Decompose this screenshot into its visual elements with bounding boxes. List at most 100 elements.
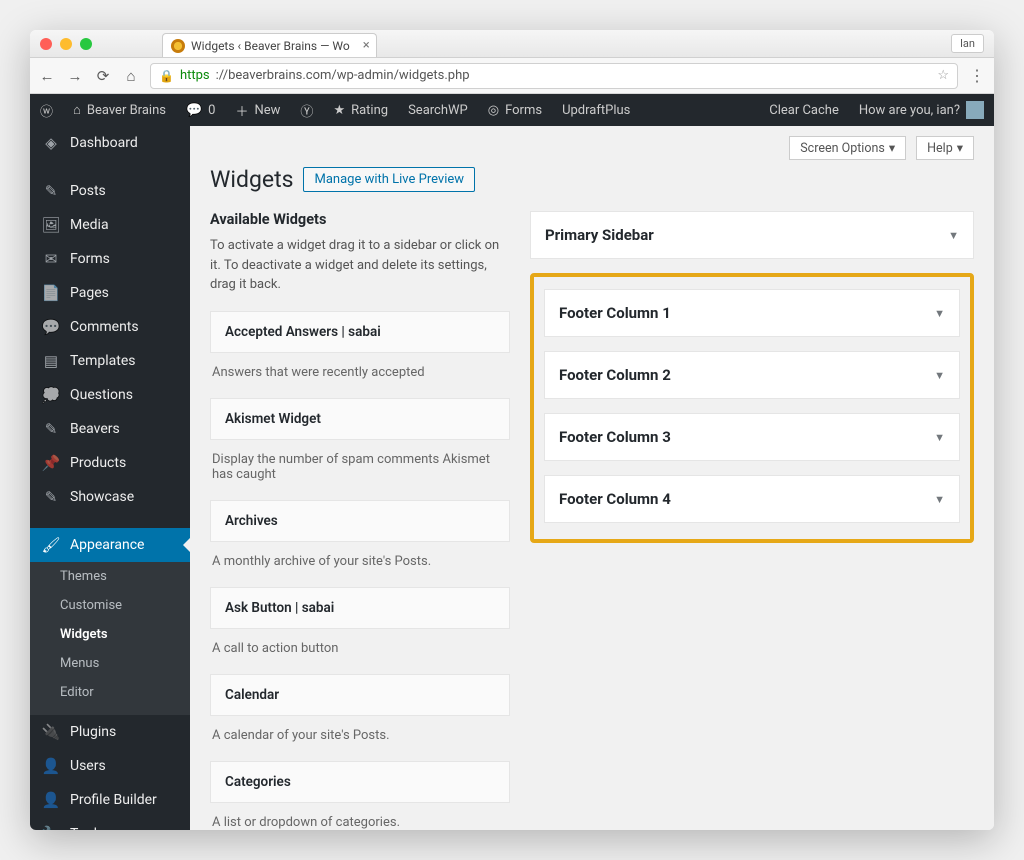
widget-area-primary[interactable]: Primary Sidebar ▼	[530, 211, 974, 259]
account-link[interactable]: How are you, ian?	[849, 94, 994, 126]
chevron-down-icon: ▼	[948, 229, 959, 242]
submenu-customise[interactable]: Customise	[30, 591, 190, 620]
wp-logo-button[interactable]: ⓦ	[30, 94, 63, 126]
chevron-down-icon: ▼	[934, 431, 945, 444]
sidebar-item-dashboard[interactable]: ◈Dashboard	[30, 126, 190, 160]
reload-button[interactable]: ⟳	[94, 67, 112, 85]
forms-link[interactable]: ◎Forms	[478, 94, 552, 126]
sidebar-item-label: Profile Builder	[70, 792, 157, 808]
home-button[interactable]: ⌂	[122, 67, 140, 85]
widget-item[interactable]: Ask Button | sabai	[210, 587, 510, 629]
close-tab-button[interactable]: ×	[363, 38, 370, 53]
widget-area-footer-3[interactable]: Footer Column 3 ▼	[544, 413, 960, 461]
ab-label: SearchWP	[408, 103, 468, 118]
sidebar-item-label: Comments	[70, 319, 139, 335]
sidebar-item-posts[interactable]: ✎Posts	[30, 174, 190, 208]
url-scheme: https	[180, 68, 210, 83]
widget-areas-column: Primary Sidebar ▼ Footer Column 1 ▼ Foot…	[530, 211, 974, 830]
widget-area-footer-1[interactable]: Footer Column 1 ▼	[544, 289, 960, 337]
wrench-icon: 🔧	[42, 825, 60, 830]
submenu-themes[interactable]: Themes	[30, 562, 190, 591]
plus-icon: ＋	[235, 101, 248, 120]
clear-cache-link[interactable]: Clear Cache	[759, 94, 849, 126]
question-icon: 💭	[42, 386, 60, 404]
ab-label: UpdraftPlus	[562, 103, 630, 118]
sidebar-item-pages[interactable]: 📄Pages	[30, 276, 190, 310]
area-title: Primary Sidebar	[545, 226, 654, 244]
new-content-link[interactable]: ＋New	[225, 94, 290, 126]
ab-label: Forms	[505, 103, 542, 118]
back-button[interactable]: ←	[38, 67, 56, 85]
sidebar-item-forms[interactable]: ✉Forms	[30, 242, 190, 276]
sidebar-item-label: Products	[70, 455, 126, 471]
comment-count: 0	[208, 103, 215, 118]
sidebar-item-label: Media	[70, 217, 109, 233]
browser-toolbar: ← → ⟳ ⌂ 🔒 https://beaverbrains.com/wp-ad…	[30, 58, 994, 94]
live-preview-button[interactable]: Manage with Live Preview	[303, 167, 475, 192]
screen-options-button[interactable]: Screen Options▾	[789, 136, 906, 160]
sidebar-item-beavers[interactable]: ✎Beavers	[30, 412, 190, 446]
widget-title: Archives	[210, 500, 510, 542]
rating-link[interactable]: ★Rating	[323, 94, 398, 126]
address-bar[interactable]: 🔒 https://beaverbrains.com/wp-admin/widg…	[150, 63, 958, 89]
widget-desc: A list or dropdown of categories.	[210, 803, 510, 831]
widget-title: Akismet Widget	[210, 398, 510, 440]
wp-admin-bar: ⓦ ⌂Beaver Brains 💬0 ＋New Ⓨ ★Rating Searc…	[30, 94, 994, 126]
widget-desc: Display the number of spam comments Akis…	[210, 440, 510, 500]
site-name-link[interactable]: ⌂Beaver Brains	[63, 94, 176, 126]
star-icon: ★	[333, 103, 345, 118]
widget-item[interactable]: Categories	[210, 761, 510, 803]
wordpress-icon: ⓦ	[40, 101, 53, 120]
sidebar-item-questions[interactable]: 💭Questions	[30, 378, 190, 412]
comments-link[interactable]: 💬0	[176, 94, 226, 126]
screen-meta-links: Screen Options▾ Help▾	[210, 136, 974, 160]
widget-desc: A call to action button	[210, 629, 510, 674]
bookmark-star-icon[interactable]: ☆	[937, 68, 949, 83]
forward-button[interactable]: →	[66, 67, 84, 85]
widget-item[interactable]: Calendar	[210, 674, 510, 716]
sidebar-item-tools[interactable]: 🔧 Tools	[30, 817, 190, 830]
browser-menu-button[interactable]: ⋮	[968, 66, 986, 85]
close-window-button[interactable]	[40, 38, 52, 50]
sidebar-item-label: Appearance	[70, 537, 144, 553]
chevron-down-icon: ▼	[934, 493, 945, 506]
help-button[interactable]: Help▾	[916, 136, 974, 160]
submenu-menus[interactable]: Menus	[30, 649, 190, 678]
widget-area-footer-2[interactable]: Footer Column 2 ▼	[544, 351, 960, 399]
maximize-window-button[interactable]	[80, 38, 92, 50]
available-widgets-desc: To activate a widget drag it to a sideba…	[210, 236, 510, 295]
widget-area-footer-4[interactable]: Footer Column 4 ▼	[544, 475, 960, 523]
yoast-link[interactable]: Ⓨ	[290, 94, 323, 126]
favicon-icon	[171, 39, 185, 53]
admin-sidebar: ◈Dashboard ✎Posts 🖼Media ✉Forms 📄Pages 💬…	[30, 126, 190, 830]
widget-item[interactable]: Akismet Widget	[210, 398, 510, 440]
chevron-down-icon: ▼	[934, 307, 945, 320]
yoast-icon: Ⓨ	[300, 101, 313, 120]
browser-tab[interactable]: Widgets ‹ Beaver Brains — Wo ×	[162, 33, 377, 57]
searchwp-link[interactable]: SearchWP	[398, 94, 478, 126]
widget-item[interactable]: Accepted Answers | sabai	[210, 311, 510, 353]
sidebar-item-comments[interactable]: 💬Comments	[30, 310, 190, 344]
page-title: Widgets	[210, 166, 293, 193]
updraft-link[interactable]: UpdraftPlus	[552, 94, 640, 126]
sidebar-item-label: Posts	[70, 183, 106, 199]
sidebar-item-templates[interactable]: ▤Templates	[30, 344, 190, 378]
sidebar-item-profile-builder[interactable]: 👤Profile Builder	[30, 783, 190, 817]
sidebar-item-plugins[interactable]: 🔌Plugins	[30, 715, 190, 749]
widget-desc: A monthly archive of your site's Posts.	[210, 542, 510, 587]
sidebar-item-label: Tools	[70, 826, 104, 830]
sidebar-item-appearance[interactable]: 🖌Appearance	[30, 528, 190, 562]
submenu-widgets[interactable]: Widgets	[30, 620, 190, 649]
minimize-window-button[interactable]	[60, 38, 72, 50]
sidebar-item-media[interactable]: 🖼Media	[30, 208, 190, 242]
comment-icon: 💬	[186, 103, 202, 118]
chevron-down-icon: ▾	[889, 140, 895, 156]
sidebar-item-products[interactable]: 📌Products	[30, 446, 190, 480]
area-title: Footer Column 3	[559, 428, 671, 446]
sidebar-item-users[interactable]: 👤Users	[30, 749, 190, 783]
sidebar-item-showcase[interactable]: ✎Showcase	[30, 480, 190, 514]
widget-title: Categories	[210, 761, 510, 803]
widget-item[interactable]: Archives	[210, 500, 510, 542]
home-icon: ⌂	[73, 102, 81, 118]
submenu-editor[interactable]: Editor	[30, 678, 190, 707]
